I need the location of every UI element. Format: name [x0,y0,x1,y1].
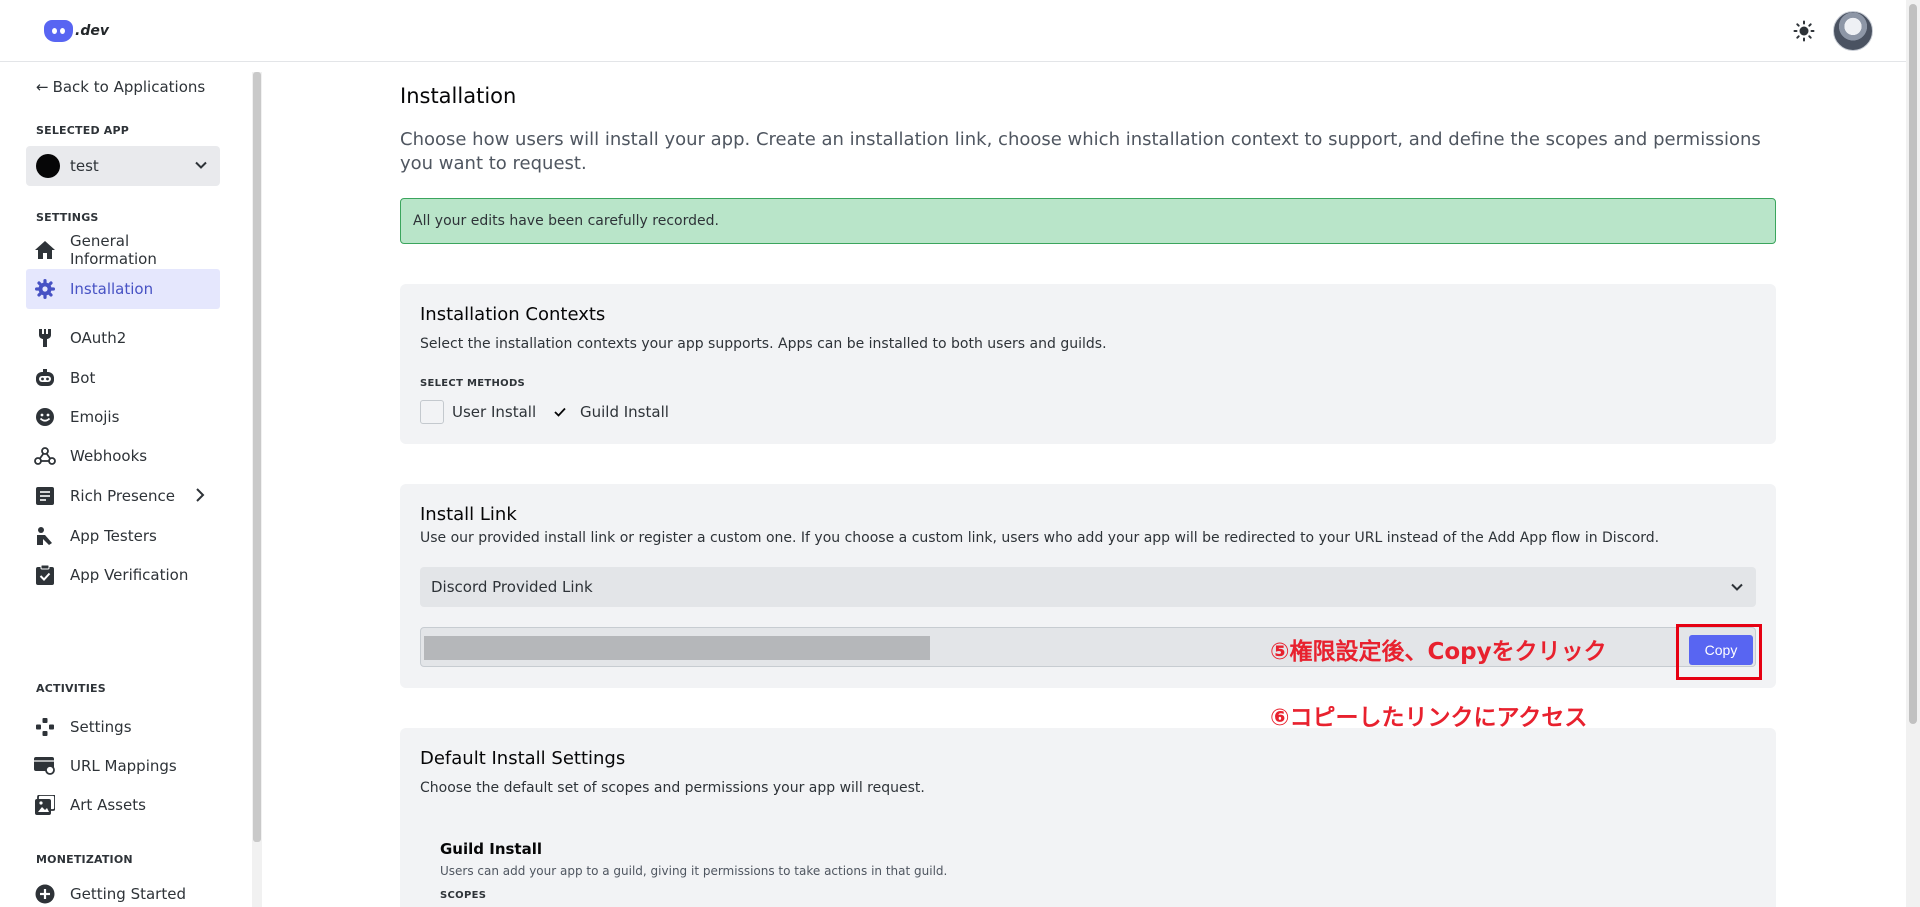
installation-contexts-card: Installation Contexts Select the install… [400,284,1776,444]
clipboard-check-icon [34,564,56,586]
sun-icon[interactable] [1792,19,1816,43]
sidebar-item-rich-presence[interactable]: Rich Presence [26,476,220,516]
user-install-label: User Install [452,403,537,421]
sidebar-item-label: Bot [70,369,96,387]
monetization-section-label: MONETIZATION [36,853,133,866]
selected-app-label: SELECTED APP [36,124,130,137]
controller-icon [34,716,56,738]
page-scrollbar-thumb[interactable] [1909,4,1917,724]
sidebar-item-label: Art Assets [70,796,146,814]
tester-icon [34,525,56,547]
home-icon [34,239,56,261]
annotation-step5: ⑤権限設定後、Copyをクリック [1270,639,1607,665]
gear-icon [34,278,56,300]
back-link-label: Back to Applications [52,78,206,96]
copy-highlight-box [1676,624,1762,680]
user-avatar[interactable] [1833,11,1873,51]
arrow-left-icon: ← [36,78,49,96]
sidebar-item-label: App Testers [70,527,157,545]
redacted-link [424,636,930,660]
page-title: Installation [400,84,517,108]
sidebar-item-label: App Verification [70,566,189,584]
app-name: test [70,157,99,175]
webhook-icon [34,445,56,467]
install-link-title: Install Link [420,504,517,525]
app-selector[interactable]: test [26,146,220,186]
top-bar: .dev [0,0,1920,62]
sidebar-scrollbar-thumb[interactable] [253,72,261,842]
sidebar-item-activity-settings[interactable]: Settings [26,707,220,747]
sidebar-item-label: Getting Started [70,885,186,903]
sidebar: ← Back to Applications SELECTED APP test… [0,62,262,907]
guild-install-label: Guild Install [580,403,669,421]
sidebar-item-label: URL Mappings [70,757,177,775]
sidebar-item-label: OAuth2 [70,329,127,347]
sidebar-item-installation[interactable]: Installation [26,269,220,309]
sidebar-item-app-testers[interactable]: App Testers [26,516,220,556]
sidebar-item-url-mappings[interactable]: URL Mappings [26,746,220,786]
installation-contexts-description: Select the installation contexts your ap… [420,336,1107,352]
app-icon [36,154,60,178]
chevron-down-icon [194,157,208,176]
install-link-type-value: Discord Provided Link [431,578,593,596]
guild-install-subsection-title: Guild Install [440,840,542,858]
sidebar-item-art-assets[interactable]: Art Assets [26,785,220,825]
install-link-card: Install Link Use our provided install li… [400,484,1776,688]
smiley-icon [34,406,56,428]
check-icon [554,407,566,417]
sidebar-item-label: Installation [70,280,154,298]
sidebar-item-oauth2[interactable]: OAuth2 [26,318,220,358]
sidebar-item-label: Rich Presence [70,487,175,505]
sidebar-item-label: General Information [70,232,157,268]
install-link-type-select[interactable]: Discord Provided Link [420,567,1756,607]
image-icon [34,794,56,816]
user-install-checkbox[interactable] [420,400,444,424]
settings-section-label: SETTINGS [36,211,99,224]
chevron-right-icon [194,487,206,507]
sidebar-scrollbar[interactable] [252,72,262,907]
sidebar-item-webhooks[interactable]: Webhooks [26,436,220,476]
sidebar-item-app-verification[interactable]: App Verification [26,555,220,595]
annotation-step6: ⑥コピーしたリンクにアクセス [1270,705,1588,731]
sidebar-item-bot[interactable]: Bot [26,358,220,398]
guild-install-checkbox[interactable] [548,400,572,424]
default-install-settings-description: Choose the default set of scopes and per… [420,780,925,796]
page-description: Choose how users will install your app. … [400,129,1761,174]
scopes-label: SCOPES [440,890,487,901]
install-link-description: Use our provided install link or registe… [420,530,1660,546]
url-map-icon [34,755,56,777]
saved-banner: All your edits have been carefully recor… [400,198,1776,244]
sidebar-item-general-information[interactable]: General Information [26,230,220,270]
default-install-settings-title: Default Install Settings [420,748,626,769]
back-to-applications-link[interactable]: ← Back to Applications [36,78,205,96]
logo-text: .dev [75,23,109,39]
plus-circle-icon [34,883,56,905]
chevron-down-icon [1730,580,1744,598]
robot-icon [34,367,56,389]
document-icon [34,485,56,507]
sidebar-item-getting-started[interactable]: Getting Started [26,874,220,907]
discord-logo-icon [44,20,73,42]
sidebar-item-label: Settings [70,718,132,736]
select-methods-label: SELECT METHODS [420,378,526,389]
sidebar-item-label: Emojis [70,408,120,426]
default-install-settings-card: Default Install Settings Choose the defa… [400,728,1776,907]
installation-contexts-title: Installation Contexts [420,304,606,325]
sidebar-item-label: Webhooks [70,447,148,465]
activities-section-label: ACTIVITIES [36,682,106,695]
sidebar-item-emojis[interactable]: Emojis [26,397,220,437]
guild-install-subsection-description: Users can add your app to a guild, givin… [440,864,948,878]
page-scrollbar[interactable] [1906,0,1920,907]
wrench-icon [34,327,56,349]
discord-dev-logo[interactable]: .dev [44,20,109,42]
